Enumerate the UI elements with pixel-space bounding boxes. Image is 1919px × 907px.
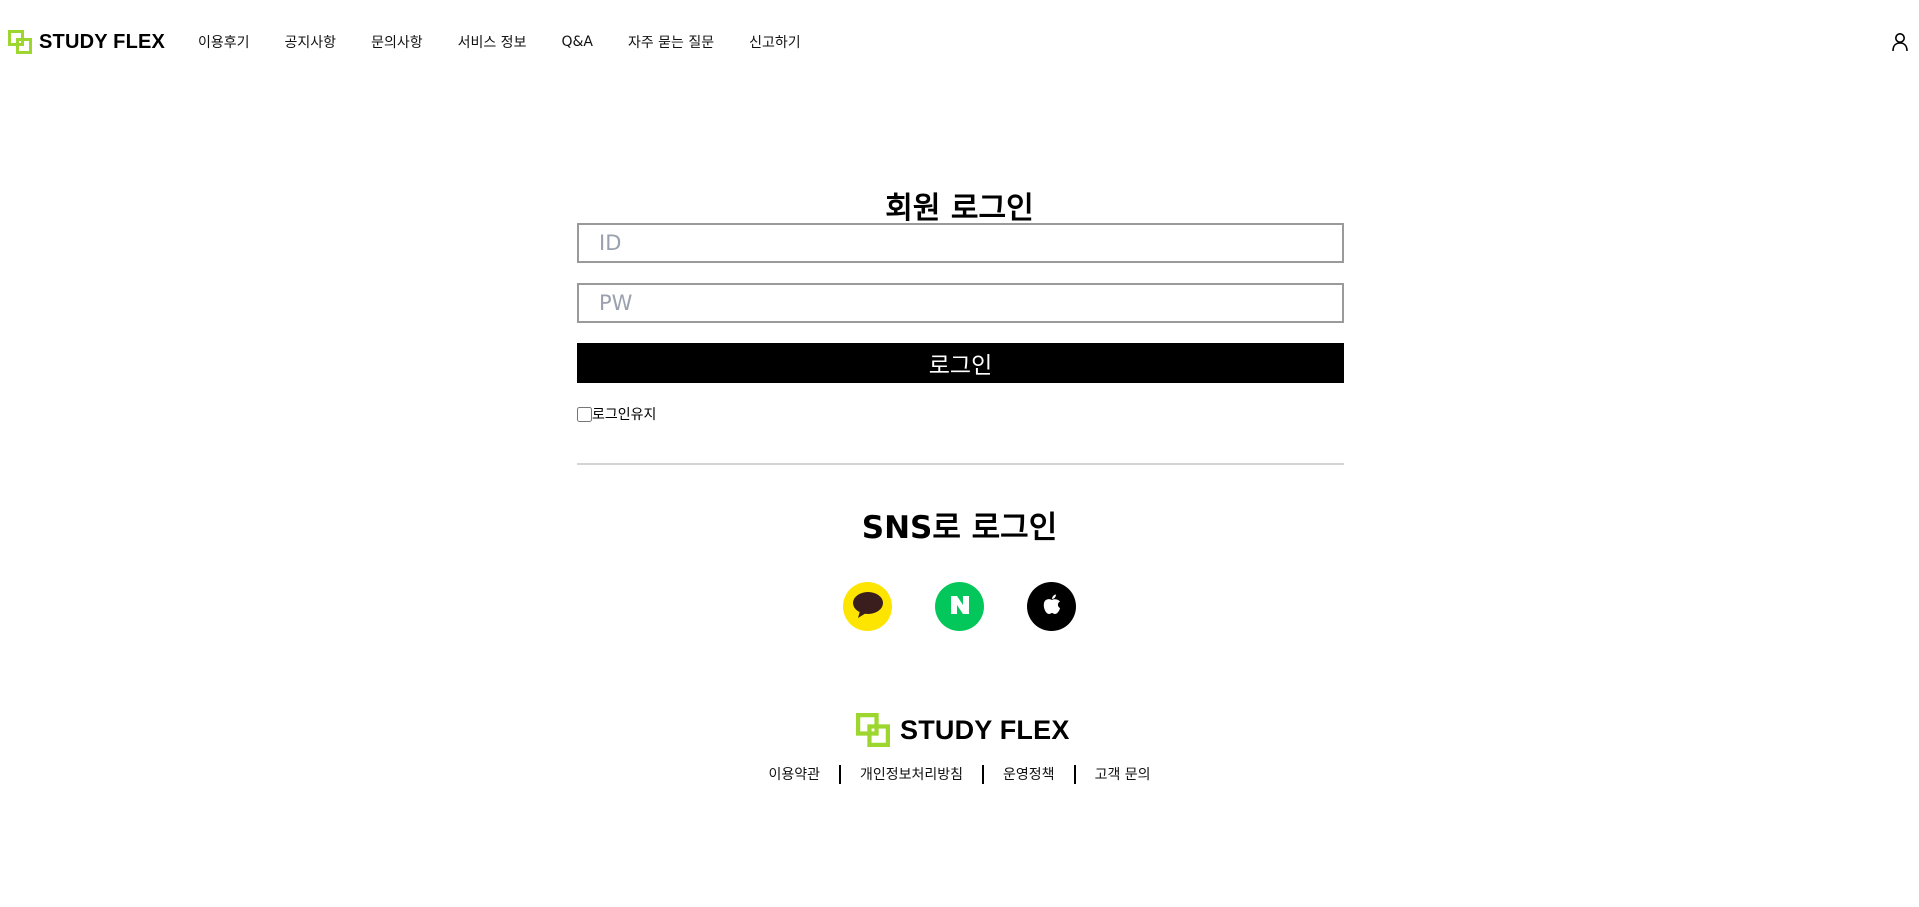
nav-item-service-info[interactable]: 서비스 정보 xyxy=(458,32,527,52)
customer-inquiry-link[interactable]: 고객 문의 xyxy=(1095,764,1151,784)
brand-logo[interactable]: STUDY FLEX xyxy=(8,30,165,54)
id-input[interactable] xyxy=(577,223,1344,263)
study-flex-logo-icon xyxy=(8,30,32,54)
kakao-talk-icon xyxy=(851,590,885,624)
brand-name: STUDY FLEX xyxy=(39,30,166,53)
password-input[interactable] xyxy=(577,283,1344,323)
nav-item-notices[interactable]: 공지사항 xyxy=(285,32,337,52)
keep-login-option[interactable]: 로그인유지 xyxy=(577,404,656,424)
nav-item-qna[interactable]: Q&A xyxy=(561,34,593,50)
link-separator xyxy=(982,764,985,784)
top-header: STUDY FLEX 이용후기 공지사항 문의사항 서비스 정보 Q&A 자주 … xyxy=(0,0,1919,86)
link-separator xyxy=(838,764,841,784)
sns-login-title: SNS로 로그인 xyxy=(861,510,1058,546)
main-nav: 이용후기 공지사항 문의사항 서비스 정보 Q&A 자주 묻는 질문 신고하기 xyxy=(198,32,836,52)
footer-brand-logo: STUDY FLEX xyxy=(856,713,1070,747)
study-flex-logo-icon xyxy=(856,713,890,747)
nav-item-reviews[interactable]: 이용후기 xyxy=(198,32,250,52)
footer-links: 이용약관 개인정보처리방침 운영정책 고객 문의 xyxy=(0,764,1919,784)
user-icon[interactable] xyxy=(1891,32,1909,52)
apple-login-button[interactable] xyxy=(1027,582,1076,631)
kakao-login-button[interactable] xyxy=(843,582,892,631)
privacy-policy-link[interactable]: 개인정보처리방침 xyxy=(860,764,963,784)
operation-policy-link[interactable]: 운영정책 xyxy=(1003,764,1055,784)
section-divider xyxy=(577,463,1344,465)
apple-icon xyxy=(1041,593,1063,621)
nav-item-faq[interactable]: 자주 묻는 질문 xyxy=(628,32,714,52)
keep-login-label: 로그인유지 xyxy=(592,407,657,423)
sns-login-buttons xyxy=(843,582,1076,631)
keep-login-checkbox[interactable] xyxy=(577,406,592,422)
nav-item-report[interactable]: 신고하기 xyxy=(749,32,801,52)
login-button[interactable]: 로그인 xyxy=(577,343,1344,383)
footer-brand-name: STUDY FLEX xyxy=(900,714,1070,745)
link-separator xyxy=(1073,764,1076,784)
naver-login-button[interactable] xyxy=(935,582,984,631)
nav-item-inquiries[interactable]: 문의사항 xyxy=(371,32,423,52)
naver-n-icon xyxy=(950,595,970,619)
terms-link[interactable]: 이용약관 xyxy=(768,764,820,784)
login-title: 회원 로그인 xyxy=(885,191,1034,226)
